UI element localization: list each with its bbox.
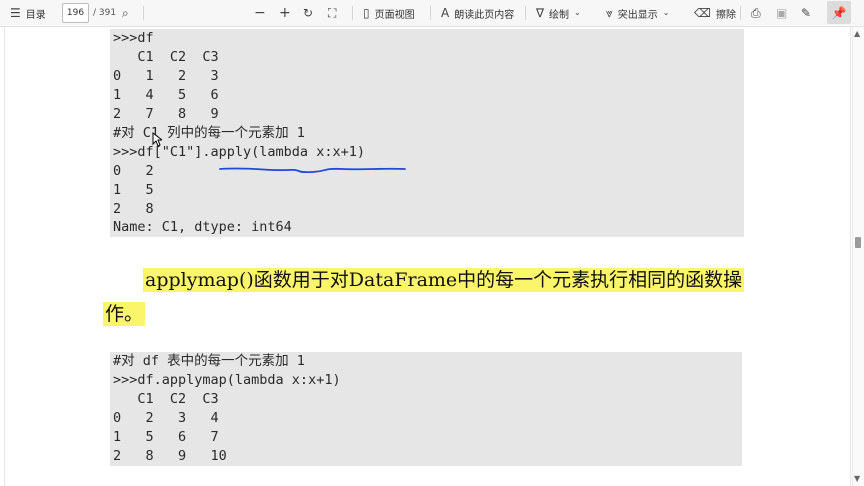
code-line: 1 5 bbox=[113, 182, 154, 198]
scroll-up-arrow-icon[interactable]: ▲ bbox=[854, 29, 860, 38]
save-icon: ▣ bbox=[776, 6, 788, 20]
erase-label: 擦除 bbox=[715, 9, 736, 21]
search-icon: ⌕ bbox=[122, 6, 129, 20]
paragraph-line-1: applymap()函数用于对DataFrame中的每一个元素执行相同的函数操 bbox=[143, 265, 745, 292]
highlight-label: 突出显示 bbox=[617, 9, 658, 21]
read-aloud-icon: A bbox=[441, 6, 450, 20]
draw-button[interactable]: ∇ 绘制 ⌄ bbox=[536, 0, 581, 26]
pdf-toolbar: ☰ 目录 196 / 391 ⌕ − + ↻ ⛶ ▯ 页面视图 A 朗读此页内容… bbox=[0, 0, 864, 27]
code-line: >>>df bbox=[113, 30, 154, 46]
book-icon: ▯ bbox=[363, 6, 370, 20]
print-icon: ⎙ bbox=[751, 6, 761, 20]
fit-page-button[interactable]: ⛶ bbox=[328, 0, 336, 26]
code-line: 2 8 bbox=[113, 201, 154, 217]
toc-label: 目录 bbox=[25, 9, 46, 21]
page-total: / 391 bbox=[93, 8, 117, 18]
page-edge bbox=[850, 27, 851, 486]
search-button[interactable]: ⌕ bbox=[122, 0, 129, 26]
code-comment: #对 C1 列中的每一个元素加 1 bbox=[113, 125, 305, 141]
scroll-down-arrow-icon[interactable]: ▼ bbox=[854, 474, 860, 483]
divider bbox=[740, 6, 741, 20]
ink-underline-annotation bbox=[219, 167, 406, 174]
divider bbox=[352, 6, 353, 20]
save-as-icon: ✎ bbox=[801, 6, 812, 20]
save-button[interactable]: ▣ bbox=[776, 0, 787, 26]
page-number-input[interactable]: 196 bbox=[62, 3, 89, 23]
chevron-down-icon: ⌄ bbox=[662, 8, 670, 17]
zoom-in-button[interactable]: + bbox=[279, 0, 291, 26]
divider bbox=[143, 6, 144, 20]
code-line: 2 8 9 10 bbox=[113, 448, 227, 464]
code-line: 0 2 bbox=[113, 163, 154, 179]
code-line: Name: C1, dtype: int64 bbox=[113, 219, 292, 235]
rotate-button[interactable]: ↻ bbox=[303, 0, 313, 26]
divider bbox=[525, 6, 526, 20]
code-line: >>>df["C1"].apply(lambda x:x+1) bbox=[113, 144, 365, 160]
highlight-button[interactable]: ⩔ 突出显示 ⌄ bbox=[606, 0, 669, 26]
mouse-cursor-icon bbox=[152, 132, 162, 147]
highlighted-text: 作。 bbox=[103, 302, 146, 326]
erase-button[interactable]: ⌫ 擦除 bbox=[694, 0, 736, 26]
pen-icon: ∇ bbox=[536, 6, 545, 20]
plus-icon: + bbox=[279, 5, 291, 21]
save-as-button[interactable]: ✎ bbox=[801, 0, 811, 26]
chevron-down-icon: ⌄ bbox=[574, 8, 581, 17]
code-line: 1 5 6 7 bbox=[113, 429, 219, 445]
highlighter-icon: ⩔ bbox=[606, 6, 613, 20]
divider bbox=[430, 6, 431, 20]
pin-icon: 📌 bbox=[831, 5, 847, 20]
scrollbar-thumb[interactable] bbox=[855, 237, 861, 248]
list-icon: ☰ bbox=[10, 6, 21, 20]
page-edge bbox=[4, 27, 5, 486]
minus-icon: − bbox=[254, 5, 266, 21]
print-button[interactable]: ⎙ bbox=[751, 0, 761, 26]
read-aloud-button[interactable]: A 朗读此页内容 bbox=[441, 0, 514, 26]
read-aloud-label: 朗读此页内容 bbox=[454, 9, 515, 21]
draw-label: 绘制 bbox=[549, 9, 570, 21]
code-block-df-applymap: #对 df 表中的每一个元素加 1 >>>df.applymap(lambda … bbox=[110, 352, 742, 466]
page-view-label: 页面视图 bbox=[374, 9, 415, 21]
paragraph-line-2: 作。 bbox=[103, 299, 146, 326]
pin-toolbar-button[interactable]: 📌 bbox=[827, 1, 851, 24]
rotate-icon: ↻ bbox=[303, 6, 314, 20]
code-line: C1 C2 C3 bbox=[113, 49, 219, 65]
page-view-button[interactable]: ▯ 页面视图 bbox=[363, 0, 415, 26]
fit-page-icon: ⛶ bbox=[328, 6, 337, 20]
toc-button[interactable]: ☰ 目录 bbox=[10, 0, 46, 26]
eraser-icon: ⌫ bbox=[694, 6, 711, 20]
code-line: 0 2 3 4 bbox=[113, 410, 219, 426]
code-line: 2 7 8 9 bbox=[113, 106, 219, 122]
code-line: 0 1 2 3 bbox=[113, 68, 219, 84]
code-block-df-apply: >>>df C1 C2 C3 0 1 2 3 1 4 5 6 2 7 8 9 #… bbox=[110, 29, 744, 237]
zoom-out-button[interactable]: − bbox=[254, 0, 266, 26]
code-line: C1 C2 C3 bbox=[113, 391, 219, 407]
code-comment: #对 df 表中的每一个元素加 1 bbox=[113, 353, 305, 369]
code-line: 1 4 5 6 bbox=[113, 87, 219, 103]
vertical-scrollbar[interactable] bbox=[852, 27, 864, 486]
code-line: >>>df.applymap(lambda x:x+1) bbox=[113, 372, 341, 388]
highlighted-text: applymap()函数用于对DataFrame中的每一个元素执行相同的函数操 bbox=[143, 268, 745, 292]
